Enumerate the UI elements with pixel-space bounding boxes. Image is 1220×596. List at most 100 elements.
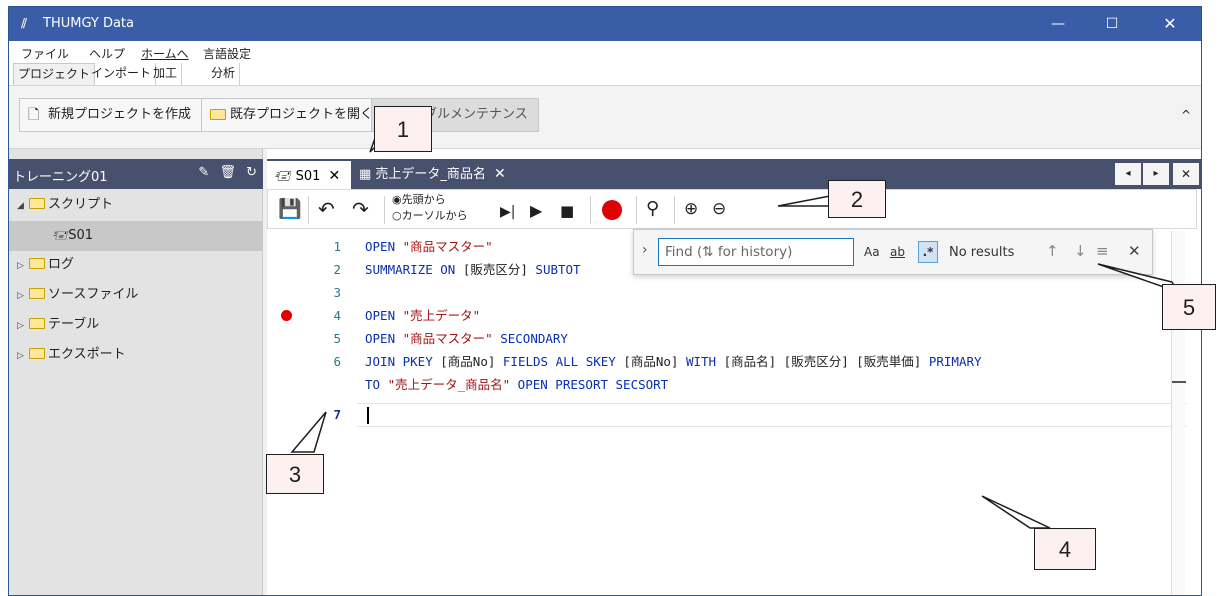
- tree-item-log[interactable]: ▷ ログ: [9, 251, 263, 281]
- menu-language[interactable]: 言語設定: [203, 45, 251, 62]
- menu-file[interactable]: ファイル: [21, 45, 69, 62]
- menu-bar: ファイル ヘルプ ホームへ 言語設定: [9, 41, 1201, 63]
- maximize-button[interactable]: ☐: [1089, 7, 1135, 41]
- find-in-selection-icon[interactable]: ≡: [1096, 242, 1109, 260]
- breakpoint-icon[interactable]: [602, 200, 622, 220]
- code-text: OPEN "商品マスター" SECONDARY: [365, 327, 568, 350]
- next-match-icon[interactable]: ↓: [1074, 242, 1087, 260]
- delete-trash-icon[interactable]: 🗑: [219, 165, 236, 180]
- radio-from-top[interactable]: ◉先頭から: [392, 192, 468, 208]
- callout-5: 5: [1162, 284, 1216, 330]
- expand-arrow-icon[interactable]: ◢: [17, 192, 29, 220]
- match-case-toggle[interactable]: Aa: [864, 245, 880, 259]
- collapse-arrow-icon[interactable]: ▷: [17, 252, 29, 280]
- code-token: [商品No]: [440, 354, 503, 369]
- code-token: SECONDARY: [492, 331, 568, 346]
- project-header: トレーニング01 ✎ 🗑 ↻: [9, 159, 263, 189]
- new-project-button[interactable]: 🗋 新規プロジェクトを作成: [19, 98, 203, 132]
- close-window-button[interactable]: ✕: [1147, 7, 1193, 41]
- app-logo-icon: //: [21, 16, 27, 30]
- project-name: トレーニング01: [13, 170, 108, 185]
- close-all-tabs-button[interactable]: ✕: [1173, 163, 1199, 185]
- toggle-replace-chevron-icon[interactable]: ›: [642, 242, 648, 258]
- window-title: THUMGY Data: [43, 16, 134, 31]
- collapse-arrow-icon[interactable]: ▷: [17, 282, 29, 310]
- folder-icon: [29, 198, 45, 209]
- code-token: OPEN PRESORT SECSORT: [510, 377, 669, 392]
- search-icon[interactable]: ⚲: [646, 198, 659, 220]
- line-number: 5: [333, 331, 341, 346]
- whole-word-toggle[interactable]: ab: [890, 245, 905, 259]
- minimize-button[interactable]: —: [1035, 7, 1081, 41]
- open-project-button[interactable]: 既存プロジェクトを開く: [201, 98, 385, 132]
- code-token: "売上データ": [402, 308, 481, 323]
- save-icon[interactable]: 💾: [278, 198, 302, 220]
- new-project-label: 新規プロジェクトを作成: [48, 107, 192, 122]
- code-text: JOIN PKEY [商品No] FIELDS ALL SKEY [商品No] …: [365, 350, 982, 373]
- find-input[interactable]: Find (⇅ for history): [658, 238, 854, 266]
- close-find-icon[interactable]: ✕: [1128, 242, 1141, 260]
- script-toolbar: 💾 ↶ ↷ ◉先頭から ○カーソルから ▶| ▶ ■ ⚲ ⊕ ⊖: [267, 189, 1197, 229]
- code-token: FIELDS ALL SKEY: [502, 354, 624, 369]
- line-number: 6: [333, 354, 341, 369]
- radio-from-cursor[interactable]: ○カーソルから: [392, 208, 468, 224]
- title-bar: // THUMGY Data — ☐ ✕: [9, 7, 1201, 41]
- tab-analysis[interactable]: 分析: [207, 63, 241, 85]
- line-number: 2: [333, 262, 341, 277]
- code-token: WITH: [685, 354, 724, 369]
- redo-icon[interactable]: ↷: [352, 198, 369, 220]
- zoom-in-icon[interactable]: ⊕: [684, 198, 698, 220]
- tree-item-scripts[interactable]: ◢ スクリプト: [9, 191, 263, 221]
- code-token: PRIMARY: [928, 354, 982, 369]
- run-icon[interactable]: ▶: [530, 200, 542, 222]
- code-token: "商品マスター": [402, 239, 493, 254]
- menu-home-link[interactable]: ホームへ: [141, 45, 189, 62]
- code-text: SUMMARIZE ON [販売区分] SUBTOT: [365, 258, 581, 281]
- code-token: OPEN: [365, 331, 403, 346]
- undo-icon[interactable]: ↶: [318, 198, 335, 220]
- stop-icon[interactable]: ■: [560, 200, 574, 222]
- tab-label: 売上データ_商品名: [375, 167, 486, 182]
- tab-s01[interactable]: 🖅 S01 ✕: [267, 159, 351, 189]
- folder-icon: [29, 318, 45, 329]
- edit-pencil-icon[interactable]: ✎: [198, 165, 209, 180]
- line-number: 7: [333, 407, 341, 422]
- menu-help[interactable]: ヘルプ: [89, 45, 125, 62]
- collapse-arrow-icon[interactable]: ▷: [17, 342, 29, 370]
- close-tab-icon[interactable]: ✕: [328, 168, 340, 184]
- tree-item-tables[interactable]: ▷ テーブル: [9, 311, 263, 341]
- code-token: SUBTOT: [535, 262, 581, 277]
- tab-process[interactable]: 加工: [149, 63, 183, 85]
- tab-scroll-left-button[interactable]: ◂: [1115, 163, 1141, 185]
- step-run-icon[interactable]: ▶|: [500, 201, 515, 223]
- tree-item-source-files[interactable]: ▷ ソースファイル: [9, 281, 263, 311]
- tree-item-s01[interactable]: 🖅S01: [9, 221, 263, 251]
- previous-match-icon[interactable]: ↑: [1046, 242, 1059, 260]
- tree-item-export[interactable]: ▷ エクスポート: [9, 341, 263, 371]
- zoom-out-icon[interactable]: ⊖: [712, 198, 726, 220]
- folder-icon: [29, 348, 45, 359]
- regex-toggle[interactable]: .*: [918, 241, 938, 263]
- code-token: OPEN: [365, 239, 403, 254]
- tab-sales-data[interactable]: ▦ 売上データ_商品名 ✕: [351, 159, 521, 189]
- close-tab-icon[interactable]: ✕: [494, 166, 506, 182]
- breakpoint-marker-icon[interactable]: [281, 310, 292, 321]
- folder-icon: [29, 258, 45, 269]
- callout-3: 3: [266, 454, 324, 494]
- open-project-label: 既存プロジェクトを開く: [230, 107, 374, 122]
- tab-project[interactable]: プロジェクト: [13, 63, 96, 85]
- line-number: 1: [333, 239, 341, 254]
- code-text: TO "売上データ_商品名" OPEN PRESORT SECSORT: [365, 373, 668, 396]
- callout-2: 2: [828, 180, 886, 218]
- tree-label: テーブル: [48, 317, 100, 332]
- tab-import[interactable]: インポート: [87, 63, 157, 85]
- callout-1: 1: [374, 106, 432, 152]
- project-explorer: トレーニング01 ✎ 🗑 ↻ ◢ スクリプト 🖅S01 ▷ ログ ▷ ソースファイル …: [9, 149, 263, 595]
- tab-scroll-right-button[interactable]: ▸: [1143, 163, 1169, 185]
- tree-label: ソースファイル: [48, 287, 139, 302]
- collapse-ribbon-icon[interactable]: ^: [1181, 108, 1191, 122]
- code-token: "商品マスター": [402, 331, 493, 346]
- collapse-arrow-icon[interactable]: ▷: [17, 312, 29, 340]
- refresh-icon[interactable]: ↻: [246, 165, 257, 180]
- tree-label: エクスポート: [48, 347, 126, 362]
